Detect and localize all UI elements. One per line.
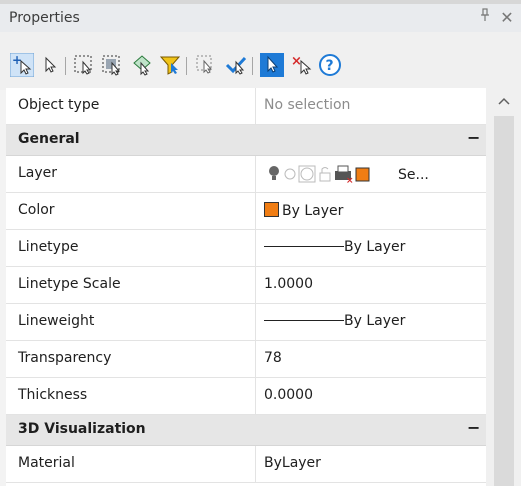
color-value[interactable]: By Layer: [264, 202, 343, 219]
column-divider: [255, 156, 256, 192]
column-divider: [255, 341, 256, 377]
column-divider: [255, 304, 256, 340]
viewport-icon: [298, 165, 316, 183]
object-type-label: Object type: [18, 97, 100, 113]
quick-select-icon[interactable]: [72, 53, 96, 77]
lock-icon: [319, 167, 331, 182]
svg-text:×: ×: [291, 54, 302, 69]
layer-label: Layer: [18, 165, 58, 181]
linetype-value[interactable]: By Layer: [264, 239, 405, 255]
close-icon[interactable]: ✕: [498, 8, 516, 28]
row-lineweight[interactable]: Lineweight By Layer: [6, 304, 486, 341]
pickadd-toggle-icon[interactable]: [260, 53, 284, 77]
clear-selection-icon[interactable]: ×: [290, 53, 314, 77]
general-header: General: [18, 131, 80, 147]
row-thickness[interactable]: Thickness 0.0000: [6, 378, 486, 415]
deselect-icon[interactable]: [224, 53, 248, 77]
category-3d-visualization[interactable]: 3D Visualization −: [6, 415, 486, 446]
light-bulb-icon: [269, 166, 279, 180]
column-divider: [255, 446, 256, 482]
transparency-label: Transparency: [18, 350, 112, 366]
transparency-value[interactable]: 78: [264, 350, 282, 366]
row-material[interactable]: Material ByLayer: [6, 446, 486, 483]
toolbar-separator: [252, 57, 253, 75]
freeze-icon: [284, 168, 296, 180]
scroll-up-button[interactable]: [486, 88, 521, 114]
lineweight-preview: [264, 320, 344, 321]
layer-value[interactable]: × Se...: [268, 165, 429, 186]
color-label: Color: [18, 202, 55, 218]
svg-text:?: ?: [326, 58, 334, 74]
object-type-value: No selection: [264, 97, 351, 113]
layer-color-icon: [355, 167, 370, 182]
3d-visualization-header: 3D Visualization: [18, 421, 146, 437]
linetype-preview: [264, 246, 344, 247]
lineweight-label: Lineweight: [18, 313, 95, 329]
column-divider: [255, 378, 256, 414]
column-divider: [255, 230, 256, 266]
row-color[interactable]: Color By Layer: [6, 193, 486, 230]
row-transparency[interactable]: Transparency 78: [6, 341, 486, 378]
toggle-pickadd-icon[interactable]: [130, 53, 154, 77]
scrollbar-thumb[interactable]: [494, 116, 514, 486]
toolbar-separator: [65, 57, 66, 75]
pin-icon[interactable]: [477, 8, 493, 28]
linetype-scale-value[interactable]: 1.0000: [264, 276, 313, 292]
thickness-value[interactable]: 0.0000: [264, 387, 313, 403]
plot-icon: ×: [335, 165, 354, 186]
properties-titlebar[interactable]: Properties ✕: [0, 4, 521, 32]
help-icon[interactable]: ?: [318, 53, 342, 77]
thickness-label: Thickness: [18, 387, 88, 403]
add-selection-icon[interactable]: +: [9, 52, 35, 78]
row-layer[interactable]: Layer × Se...: [6, 156, 486, 193]
lineweight-value[interactable]: By Layer: [264, 313, 405, 329]
panel-title: Properties: [9, 10, 80, 26]
collapse-3d-visualization-button[interactable]: −: [467, 418, 480, 437]
filter-icon[interactable]: [158, 53, 182, 77]
linetype-label: Linetype: [18, 239, 79, 255]
color-swatch-icon: [264, 202, 279, 217]
material-label: Material: [18, 455, 75, 471]
linetype-scale-label: Linetype Scale: [18, 276, 121, 292]
material-value[interactable]: ByLayer: [264, 455, 321, 471]
layer-name: Se...: [398, 167, 429, 183]
object-list-icon[interactable]: [194, 53, 218, 77]
row-linetype[interactable]: Linetype By Layer: [6, 230, 486, 267]
toolbar-separator: [186, 57, 187, 75]
category-general[interactable]: General −: [6, 125, 486, 156]
vertical-scrollbar[interactable]: [486, 88, 521, 486]
collapse-general-button[interactable]: −: [467, 128, 480, 147]
column-divider: [255, 88, 256, 124]
row-linetype-scale[interactable]: Linetype Scale 1.0000: [6, 267, 486, 304]
column-divider: [255, 267, 256, 303]
row-object-type[interactable]: Object type No selection: [6, 88, 486, 125]
column-divider: [255, 193, 256, 229]
svg-text:×: ×: [346, 176, 354, 183]
select-similar-icon[interactable]: [100, 53, 124, 77]
select-objects-icon[interactable]: [38, 53, 62, 77]
